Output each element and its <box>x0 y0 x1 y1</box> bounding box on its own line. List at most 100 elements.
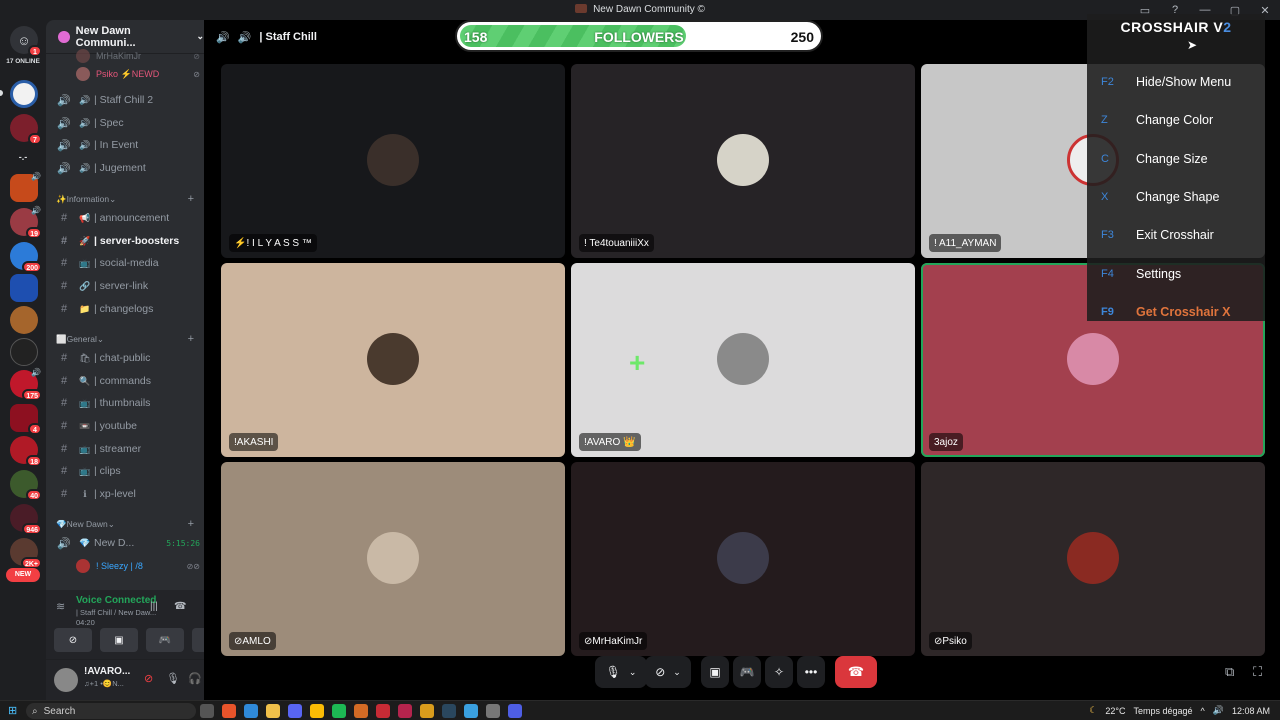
text-channel[interactable]: # 📁 | changelogs <box>56 299 200 319</box>
server-icon-14[interactable]: 2K+ <box>10 538 42 569</box>
user-name[interactable]: !AVARO... <box>84 666 130 677</box>
voice-channel[interactable]: 🔊 🔊 | Staff Chill 2 <box>56 90 200 110</box>
disconnect-icon[interactable]: ☎ <box>174 601 186 612</box>
signal-icon[interactable]: ≋ <box>56 600 65 613</box>
spotify-icon[interactable] <box>332 704 346 718</box>
text-channel[interactable]: # 🔍 | commands <box>56 371 200 391</box>
text-channel[interactable]: # 📺 | clips <box>56 461 200 481</box>
category-newdawn[interactable]: 💎 New Dawn ⌄ + <box>56 517 194 531</box>
voice-channel-path[interactable]: | Staff Chill / New Daw... <box>76 608 176 617</box>
discord-icon[interactable] <box>288 704 302 718</box>
tray-chevron-icon[interactable]: ^ <box>1201 706 1205 716</box>
video-tile[interactable]: !AKASHI <box>221 263 565 457</box>
crosshair-item[interactable]: X Change Shape <box>1101 187 1261 207</box>
voice-user[interactable]: MrHaKimJr ⊘ <box>76 47 200 65</box>
server-icon-6[interactable] <box>10 274 38 302</box>
voice-channel[interactable]: 🔊 🔊 | In Event <box>56 135 200 155</box>
app-icon[interactable] <box>354 704 368 718</box>
home-button[interactable]: ☺ 1 <box>10 26 42 57</box>
add-channel-icon[interactable]: + <box>188 193 194 205</box>
voice-user[interactable]: Psiko ⚡NEWD ⊘ <box>76 65 200 83</box>
text-channel[interactable]: # 🛍 | chat-public <box>56 348 200 368</box>
camera-button[interactable]: ⊘ ⌄ <box>645 656 691 688</box>
server-icon-13[interactable]: 946 <box>10 504 42 535</box>
text-channel[interactable]: # 📢 | announcement <box>56 208 200 228</box>
server-icon-8[interactable] <box>10 338 38 366</box>
weather-temp[interactable]: 22°C <box>1105 706 1125 716</box>
clock[interactable]: 12:08 AM <box>1232 706 1270 716</box>
video-tile[interactable]: ⚡! I L Y A S S ™ <box>221 64 565 258</box>
voice-channel[interactable]: 🔊 🔊 | Spec <box>56 113 200 133</box>
screen-share-button[interactable]: ▣ <box>100 628 138 652</box>
microphone-icon[interactable]: 🎙 <box>166 672 180 685</box>
steam-icon[interactable] <box>442 704 456 718</box>
text-channel[interactable]: # 📺 | streamer <box>56 439 200 459</box>
server-icon-10[interactable]: 4 <box>10 404 42 435</box>
add-channel-icon[interactable]: + <box>188 333 194 345</box>
app-icon[interactable] <box>464 704 478 718</box>
server-icon-11[interactable]: 18 <box>10 436 42 467</box>
server-icon-3[interactable]: 🔊 <box>10 172 41 202</box>
weather-desc[interactable]: Temps dégagé <box>1133 706 1192 716</box>
headphones-icon[interactable]: 🎧 <box>188 672 202 685</box>
text-channel[interactable]: # 🔗 | server-link <box>56 276 200 296</box>
activity-button[interactable]: 🎮 <box>146 628 184 652</box>
app-icon[interactable] <box>486 704 500 718</box>
video-tile[interactable]: + !AVARO 👑 <box>571 263 915 457</box>
category-information[interactable]: ✨ Information ⌄ + <box>56 192 194 206</box>
crosshair-item[interactable]: C Change Size <box>1101 149 1261 169</box>
disconnect-button[interactable]: ☎ <box>835 656 877 688</box>
video-tile[interactable]: ⊘ Psiko <box>921 462 1265 656</box>
chrome-icon[interactable] <box>310 704 324 718</box>
text-channel[interactable]: # 📺 | thumbnails <box>56 393 200 413</box>
app-icon[interactable] <box>508 704 522 718</box>
activity-button[interactable]: 🎮 <box>733 656 761 688</box>
video-tile[interactable]: ⊘ MrHaKimJr <box>571 462 915 656</box>
windows-start-icon[interactable]: ⊞ <box>8 704 17 717</box>
server-icon-2[interactable]: 7 <box>10 114 42 145</box>
voice-status[interactable]: Voice Connected <box>76 595 156 606</box>
server-icon-12[interactable]: 40 <box>10 470 42 501</box>
text-channel-selected[interactable]: # 🚀 | server-boosters <box>56 231 200 251</box>
crosshair-item-get[interactable]: F9 Get Crosshair X <box>1101 302 1261 322</box>
server-icon-9[interactable]: 175 🔊 <box>10 368 42 401</box>
new-pill[interactable]: NEW <box>6 568 40 582</box>
video-tile[interactable]: ! Te4touaniiiXx <box>571 64 915 258</box>
volume-icon[interactable]: 🔊 <box>1213 705 1224 716</box>
voice-channel[interactable]: 🔊 🔊 | Jugement <box>56 158 200 178</box>
server-icon-7[interactable] <box>10 306 38 334</box>
crosshair-item[interactable]: F2 Hide/Show Menu <box>1101 72 1261 92</box>
app-icon[interactable] <box>376 704 390 718</box>
camera-off-button[interactable]: ⊘ <box>54 628 92 652</box>
app-icon[interactable] <box>244 704 258 718</box>
avatar[interactable] <box>54 668 78 692</box>
mic-button[interactable]: 🎙 ⌄ <box>595 656 647 688</box>
popout-icon[interactable]: ⧉ <box>1225 664 1234 680</box>
app-icon[interactable] <box>420 704 434 718</box>
brave-icon[interactable] <box>222 704 236 718</box>
soundboard-button[interactable]: ✧ <box>192 628 204 652</box>
folder-icon[interactable] <box>266 704 280 718</box>
server-icon-4[interactable]: 19 🔊 <box>10 206 42 239</box>
video-tile[interactable]: ⊘ AMLO <box>221 462 565 656</box>
more-button[interactable]: ••• <box>797 656 825 688</box>
text-channel[interactable]: # 📺 | social-media <box>56 253 200 273</box>
noise-suppression-icon[interactable]: ||| <box>150 601 158 612</box>
crosshair-item[interactable]: F3 Exit Crosshair <box>1101 225 1261 245</box>
app-icon[interactable] <box>398 704 412 718</box>
screen-share-button[interactable]: ▣ <box>701 656 729 688</box>
add-channel-icon[interactable]: + <box>188 518 194 530</box>
server-icon-newdawn[interactable] <box>10 80 38 108</box>
crosshair-item[interactable]: Z Change Color <box>1101 110 1261 130</box>
server-icon-5[interactable]: 200 <box>10 242 42 273</box>
voice-channel-newdawn[interactable]: 🔊 💎 New D... 5:15:26 <box>56 533 200 553</box>
text-channel[interactable]: # 📼 | youtube <box>56 416 200 436</box>
text-channel[interactable]: # ℹ | xp-level <box>56 484 200 504</box>
voice-user[interactable]: ! Sleezy | /8 ⊘⊘ <box>76 557 200 575</box>
fullscreen-icon[interactable]: ⛶ <box>1253 664 1262 680</box>
category-general[interactable]: ⬜ General ⌄ + <box>56 332 194 346</box>
mic-muted-icon[interactable]: ⊘ <box>144 672 153 685</box>
crosshair-item[interactable]: F4 Settings <box>1101 264 1261 284</box>
taskbar-search[interactable]: ⌕ Search <box>26 703 196 719</box>
taskview-icon[interactable] <box>200 704 214 718</box>
